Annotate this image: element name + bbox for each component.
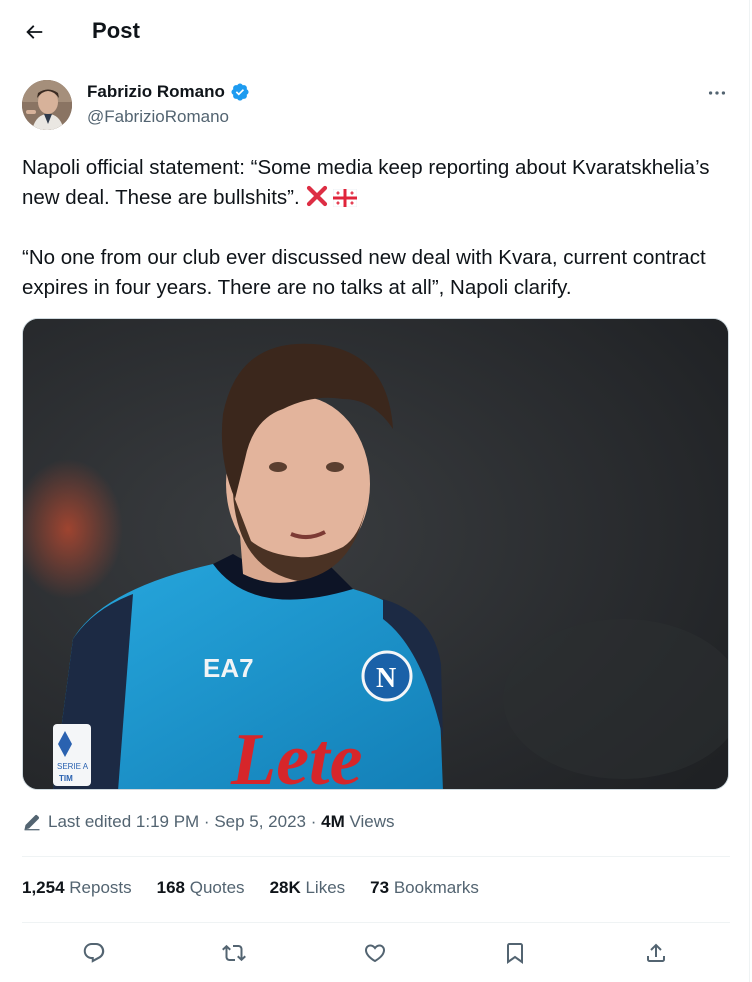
reply-icon — [83, 943, 105, 963]
engagement-stats: 1,254 Reposts 168 Quotes 28K Likes 73 Bo… — [22, 878, 479, 898]
divider — [22, 856, 730, 857]
arrow-left-icon — [26, 25, 43, 39]
bookmark-button[interactable] — [498, 936, 532, 970]
action-bar — [0, 932, 750, 972]
repost-button[interactable] — [217, 936, 251, 970]
bookmark-icon — [507, 943, 523, 964]
tweet-text: Napoli official statement: “Some media k… — [22, 153, 727, 303]
reposts-stat[interactable]: 1,254 Reposts — [22, 878, 132, 898]
author-name[interactable]: Fabrizio Romano — [87, 82, 250, 102]
crest-letter: N — [376, 663, 396, 694]
pencil-icon — [24, 815, 40, 831]
cross-mark-emoji — [307, 185, 328, 207]
quotes-stat[interactable]: 168 Quotes — [157, 878, 245, 898]
page-title: Post — [92, 18, 141, 43]
share-icon — [647, 943, 665, 962]
divider — [22, 922, 730, 923]
edited-timestamp[interactable]: Last edited 1:19 PM · Sep 5, 2023 · 4M V… — [48, 812, 395, 832]
back-button[interactable] — [16, 14, 52, 50]
likes-stat[interactable]: 28K Likes — [270, 878, 346, 898]
tweet-media-image[interactable]: SERIE A TIM EA7 N Lete — [22, 318, 729, 790]
tweet-paragraph-1: Napoli official statement: “Some media k… — [22, 156, 710, 209]
jersey-brand-text: EA7 — [203, 653, 254, 683]
like-button[interactable] — [358, 936, 392, 970]
photo-player-icon: SERIE A TIM EA7 N Lete — [23, 319, 728, 790]
more-horizontal-icon — [708, 91, 726, 95]
top-bar: Post — [0, 0, 750, 64]
jersey-sponsor-text: Lete — [230, 719, 362, 790]
author-name-text: Fabrizio Romano — [87, 82, 225, 101]
georgia-flag-emoji — [333, 189, 358, 207]
reply-button[interactable] — [77, 936, 111, 970]
right-border — [749, 0, 750, 982]
avatar[interactable] — [22, 80, 72, 130]
bookmarks-stat[interactable]: 73 Bookmarks — [370, 878, 479, 898]
tweet-meta: Last edited 1:19 PM · Sep 5, 2023 · 4M V… — [22, 812, 395, 832]
avatar-image — [22, 80, 72, 130]
sleeve-patch-sublabel: TIM — [59, 774, 73, 783]
views-label: Views — [344, 812, 395, 831]
repost-icon — [222, 944, 246, 962]
views-count: 4M — [321, 812, 345, 831]
share-button[interactable] — [639, 936, 673, 970]
sleeve-patch-label: SERIE A — [57, 762, 89, 771]
verified-badge-icon — [231, 83, 249, 101]
tweet-paragraph-2: “No one from our club ever discussed new… — [22, 246, 706, 299]
more-button[interactable] — [700, 80, 734, 106]
like-icon — [364, 944, 386, 963]
author-handle[interactable]: @FabrizioRomano — [87, 107, 229, 127]
